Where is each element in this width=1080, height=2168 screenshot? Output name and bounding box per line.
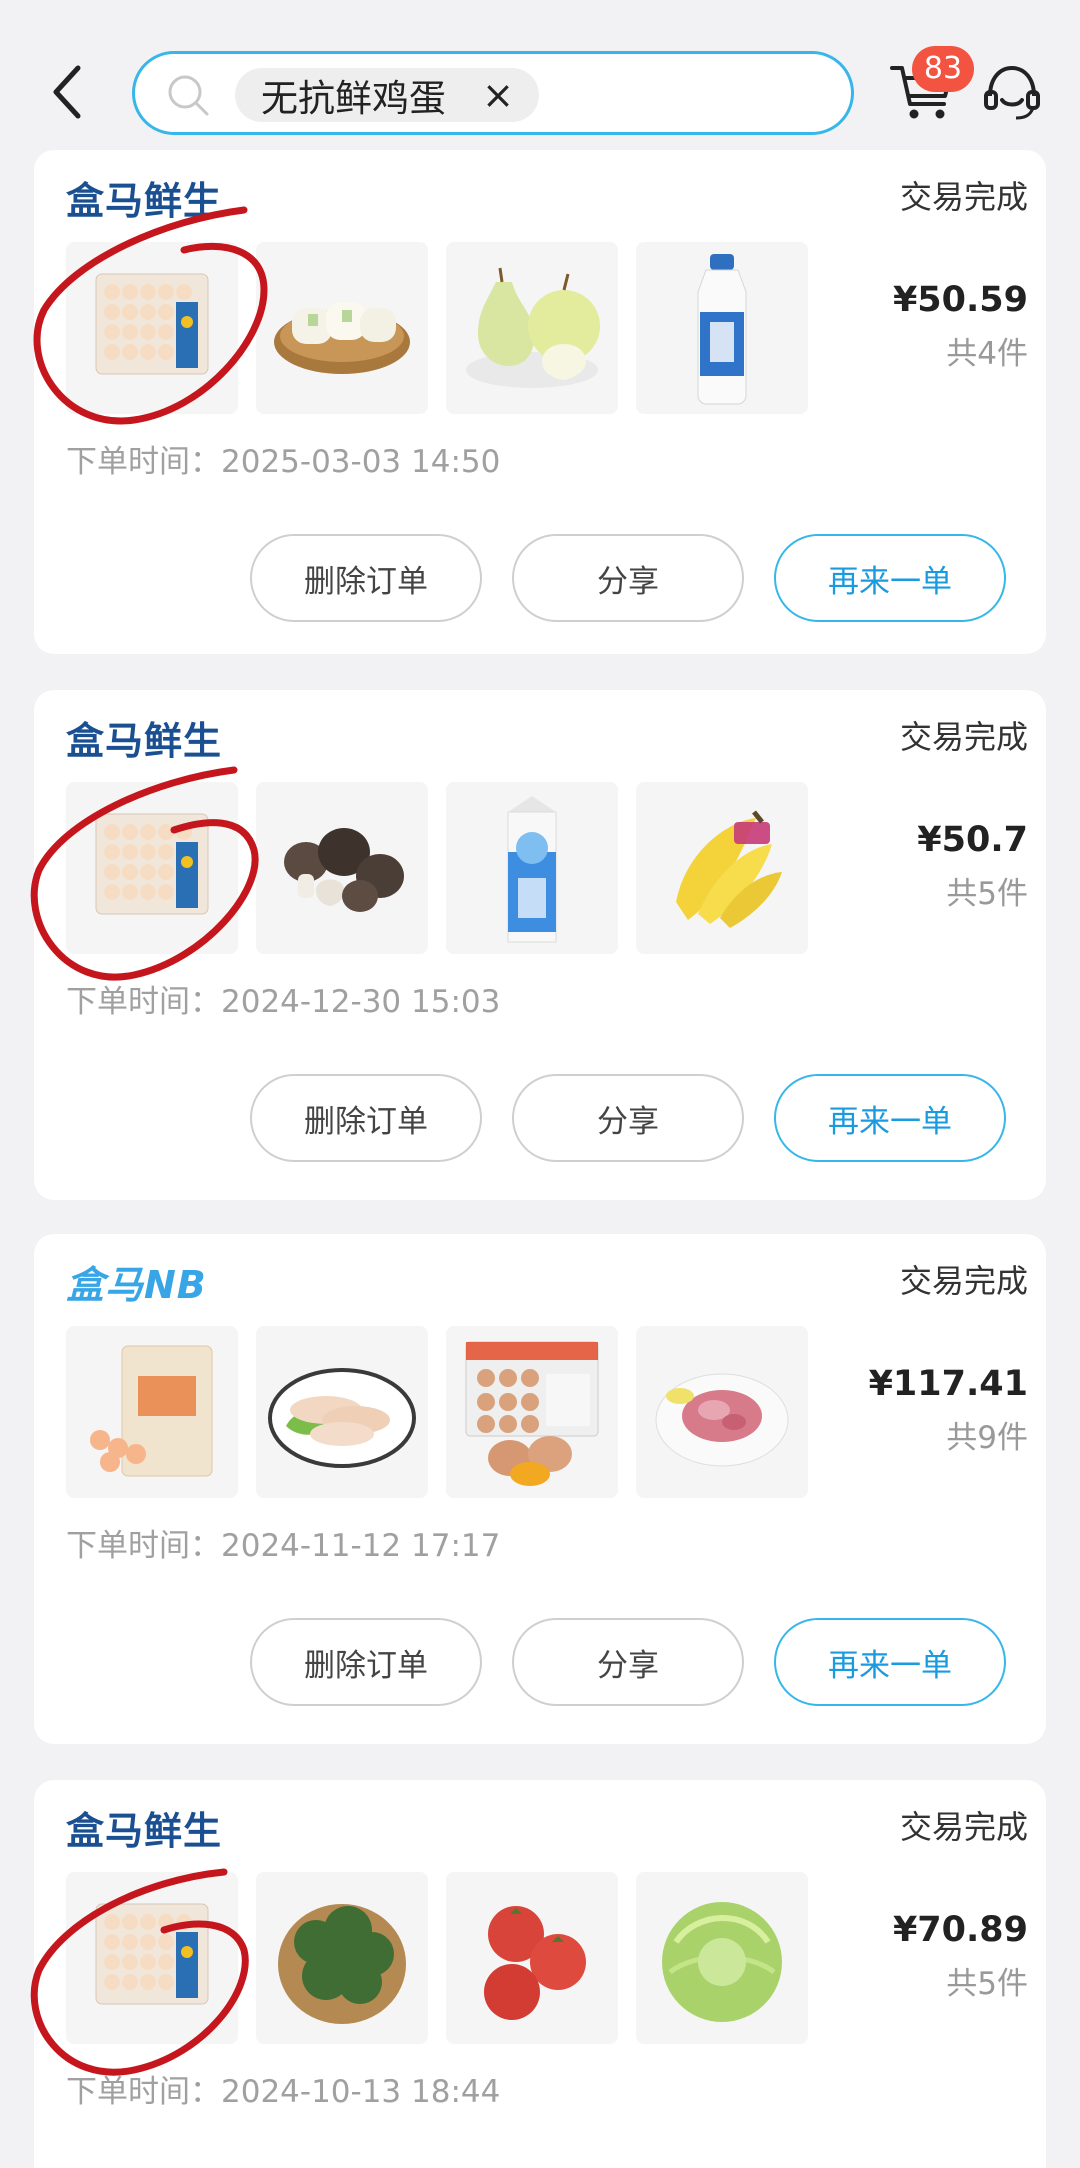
order-time: 下单时间：2024-10-13 18:44	[66, 2066, 500, 2111]
reorder-button[interactable]: 再来一单	[774, 1618, 1006, 1706]
minced-meat-image	[655, 1373, 789, 1467]
product-thumb-bananas[interactable]	[636, 782, 808, 954]
share-button[interactable]: 分享	[512, 1618, 744, 1706]
product-thumb-eggs[interactable]	[66, 242, 238, 414]
order-time-label: 下单时间：	[66, 2074, 221, 2110]
product-thumb-tomatoes[interactable]	[446, 1872, 618, 2044]
search-field[interactable]: 无抗鲜鸡蛋 ×	[132, 51, 854, 135]
banana-image	[676, 810, 782, 928]
product-thumb-mushrooms[interactable]	[256, 782, 428, 954]
customer-service-button[interactable]	[980, 60, 1044, 124]
order-status: 交易完成	[899, 1262, 1028, 1300]
order-time-value: 2024-12-30 15:03	[221, 984, 501, 1020]
order-price: ¥50.7	[917, 820, 1028, 860]
eggs-box-image	[465, 1341, 599, 1486]
product-thumb-chicken-wings[interactable]	[256, 1326, 428, 1498]
order-price: ¥117.41	[868, 1364, 1028, 1404]
reorder-button[interactable]: 再来一单	[774, 1074, 1006, 1162]
product-thumb-minced-meat[interactable]	[636, 1326, 808, 1498]
order-time-value: 2024-10-13 18:44	[221, 2074, 501, 2110]
product-thumb-broccoli[interactable]	[256, 1872, 428, 2044]
back-button[interactable]	[44, 62, 94, 122]
product-thumb-rice-cakes[interactable]	[256, 242, 428, 414]
delete-order-button[interactable]: 删除订单	[250, 1074, 482, 1162]
search-keyword-chip[interactable]: 无抗鲜鸡蛋 ×	[235, 68, 539, 122]
product-thumb-eggs-box[interactable]	[446, 1326, 618, 1498]
order-card[interactable]: 盒马鲜生 交易完成	[34, 690, 1046, 1200]
delete-order-button[interactable]: 删除订单	[250, 1618, 482, 1706]
order-status: 交易完成	[899, 178, 1028, 216]
cabbage-image	[662, 1902, 782, 2022]
egg-tray-image	[95, 813, 209, 915]
product-thumb-eggs[interactable]	[66, 782, 238, 954]
product-thumb-milk[interactable]	[636, 242, 808, 414]
item-count: 共4件	[946, 336, 1028, 372]
product-thumb-pears[interactable]	[446, 242, 618, 414]
search-keyword-text: 无抗鲜鸡蛋	[261, 77, 446, 120]
pear-image	[466, 267, 600, 388]
milk-carton-image	[507, 796, 557, 943]
order-time-label: 下单时间：	[66, 1528, 221, 1564]
order-time: 下单时间：2025-03-03 14:50	[66, 436, 500, 481]
order-time-label: 下单时间：	[66, 444, 221, 480]
broccoli-image	[278, 1904, 406, 2024]
share-button[interactable]: 分享	[512, 1074, 744, 1162]
milk-bottle-image	[697, 254, 747, 405]
product-thumb-eggs[interactable]	[66, 1872, 238, 2044]
order-time: 下单时间：2024-12-30 15:03	[66, 976, 500, 1021]
rice-cake-image	[274, 302, 410, 374]
order-time-label: 下单时间：	[66, 984, 221, 1020]
mushroom-image	[284, 828, 404, 912]
order-status: 交易完成	[899, 718, 1028, 756]
store-name: 盒马NB	[66, 1263, 207, 1307]
search-icon	[168, 75, 209, 116]
order-status: 交易完成	[899, 1808, 1028, 1846]
order-price: ¥70.89	[892, 1910, 1028, 1950]
delete-order-button[interactable]: 删除订单	[250, 534, 482, 622]
chevron-left-icon	[53, 65, 81, 119]
egg-tray-image	[95, 273, 209, 375]
tomato-image	[484, 1906, 586, 2020]
store-name: 盒马鲜生	[66, 179, 223, 223]
item-count: 共5件	[946, 1966, 1028, 2002]
reorder-button[interactable]: 再来一单	[774, 534, 1006, 622]
order-price: ¥50.59	[892, 280, 1028, 320]
egg-tray-image	[95, 1903, 209, 2005]
item-count: 共5件	[946, 876, 1028, 912]
cart-count-badge: 83	[912, 46, 974, 92]
store-name: 盒马鲜生	[66, 719, 223, 763]
share-button[interactable]: 分享	[512, 534, 744, 622]
product-thumb-milk-carton[interactable]	[446, 782, 618, 954]
product-thumb-cabbage[interactable]	[636, 1872, 808, 2044]
shrimp-bag-image	[90, 1345, 213, 1477]
order-time: 下单时间：2024-11-12 17:17	[66, 1520, 500, 1565]
order-card[interactable]: 盒马NB 交易完成 ¥117.41 共9件 下单时间：2024-11-12 17…	[34, 1234, 1046, 1744]
order-card[interactable]: 盒马鲜生 交易完成	[34, 1780, 1046, 2168]
order-card[interactable]: 盒马鲜生 交易完成	[34, 150, 1046, 654]
store-name: 盒马鲜生	[66, 1809, 223, 1853]
chicken-wings-image	[268, 1368, 416, 1468]
product-thumb-shrimp[interactable]	[66, 1326, 238, 1498]
order-time-value: 2024-11-12 17:17	[221, 1528, 501, 1564]
top-bar: 无抗鲜鸡蛋 × 83	[0, 0, 1080, 150]
item-count: 共9件	[946, 1420, 1028, 1456]
order-time-value: 2025-03-03 14:50	[221, 444, 501, 480]
headset-icon	[984, 65, 1040, 120]
clear-keyword-button[interactable]: ×	[479, 76, 517, 114]
